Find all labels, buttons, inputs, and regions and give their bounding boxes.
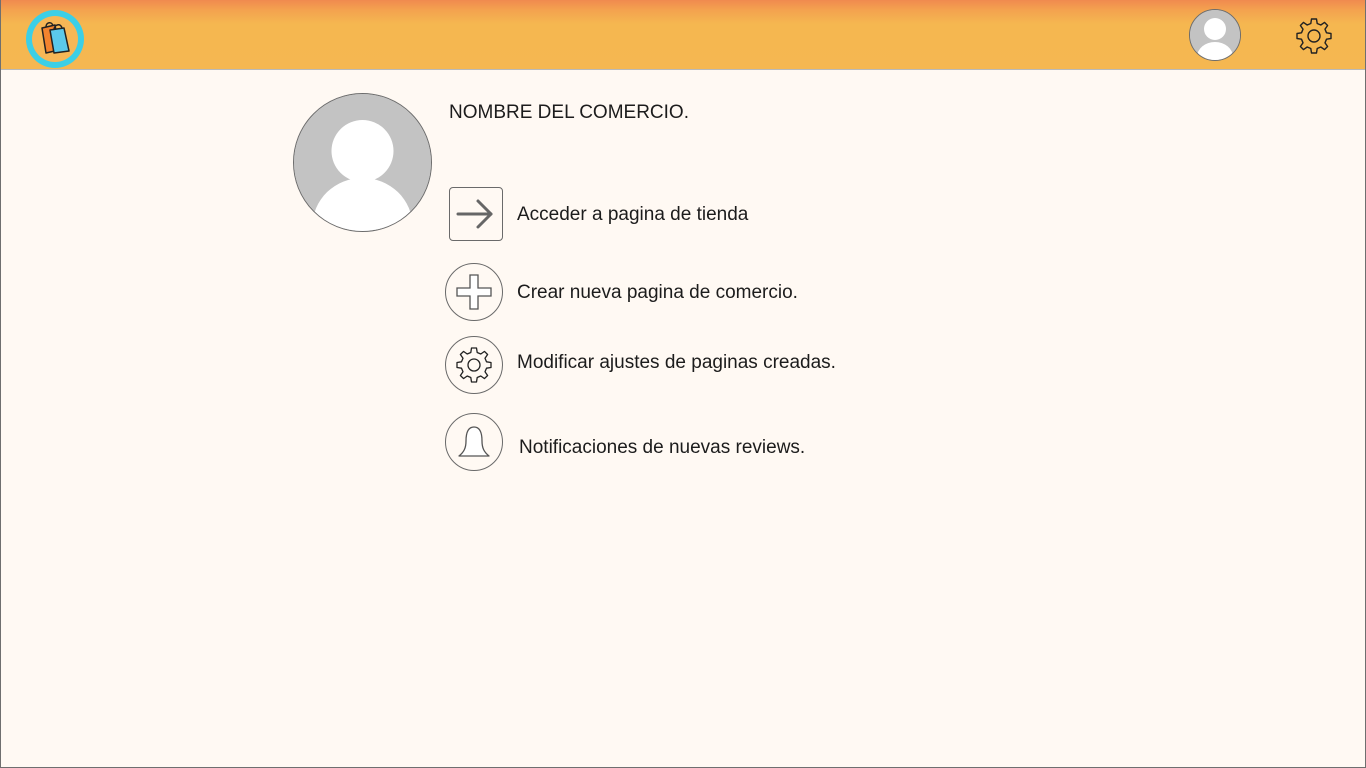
access-store-page-action[interactable]: Acceder a pagina de tienda [445, 187, 945, 247]
app-window: NOMBRE DEL COMERCIO. Acceder a pagina de… [0, 0, 1366, 768]
store-name: NOMBRE DEL COMERCIO. [449, 102, 689, 123]
access-store-label: Acceder a pagina de tienda [517, 204, 749, 225]
gear-icon [456, 347, 492, 383]
create-store-page-action[interactable]: Crear nueva pagina de comercio. [445, 263, 945, 323]
settings-button[interactable] [1293, 15, 1335, 57]
review-notifications-action[interactable]: Notificaciones de nuevas reviews. [445, 413, 945, 473]
user-avatar-icon [294, 94, 431, 231]
modify-settings-label: Modificar ajustes de paginas creadas. [517, 352, 836, 373]
access-store-icon-button[interactable] [449, 187, 503, 241]
user-avatar-icon [1190, 10, 1240, 60]
create-store-label: Crear nueva pagina de comercio. [517, 282, 798, 303]
plus-icon [456, 274, 492, 310]
logo-inner [32, 16, 78, 62]
user-avatar-button[interactable] [1189, 9, 1241, 61]
bell-icon [458, 426, 490, 457]
top-bar [1, 0, 1365, 70]
notifications-icon-button[interactable] [445, 413, 503, 471]
store-avatar [293, 93, 432, 232]
modify-settings-icon-button[interactable] [445, 336, 503, 394]
modify-settings-action[interactable]: Modificar ajustes de paginas creadas. [445, 336, 945, 396]
shopping-bags-icon [41, 22, 70, 54]
create-store-icon-button[interactable] [445, 263, 503, 321]
review-notifications-label: Notificaciones de nuevas reviews. [519, 437, 806, 458]
logo-button[interactable] [26, 10, 84, 68]
arrow-right-icon [456, 199, 493, 229]
gear-icon [1296, 18, 1332, 54]
